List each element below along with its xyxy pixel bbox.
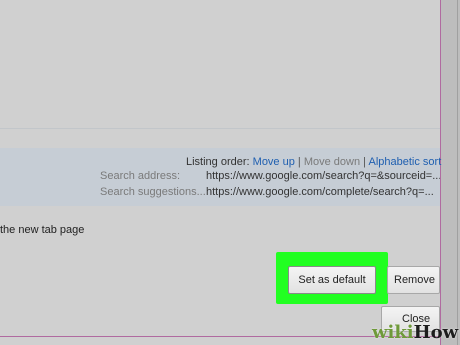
separator: |	[297, 156, 301, 168]
remove-button[interactable]: Remove	[387, 266, 440, 294]
alphabetic-sort-link[interactable]: Alphabetic sort	[368, 156, 441, 168]
search-suggestions-label: Search suggestions...	[100, 186, 206, 198]
new-tab-page-text: the new tab page	[0, 224, 85, 236]
search-address-label: Search address:	[100, 170, 181, 182]
move-up-link[interactable]: Move up	[253, 156, 295, 168]
watermark-wiki: wiki	[372, 322, 414, 343]
scrollbar-edge	[457, 0, 458, 345]
panel-divider	[0, 128, 440, 129]
search-address-value[interactable]: https://www.google.com/search?q=&sourcei…	[206, 170, 440, 182]
listing-order-label: Listing order:	[186, 156, 250, 168]
separator: |	[363, 156, 367, 168]
listing-order: Listing order: Move up | Move down | Alp…	[186, 156, 441, 168]
move-down-link: Move down	[303, 156, 361, 168]
set-as-default-button[interactable]: Set as default	[288, 266, 376, 294]
search-suggestions-value[interactable]: https://www.google.com/complete/search?q…	[206, 186, 440, 198]
watermark-how: How	[413, 322, 459, 343]
wikihow-watermark-logo: wikiHow	[372, 322, 458, 344]
content-area-top	[0, 0, 440, 128]
